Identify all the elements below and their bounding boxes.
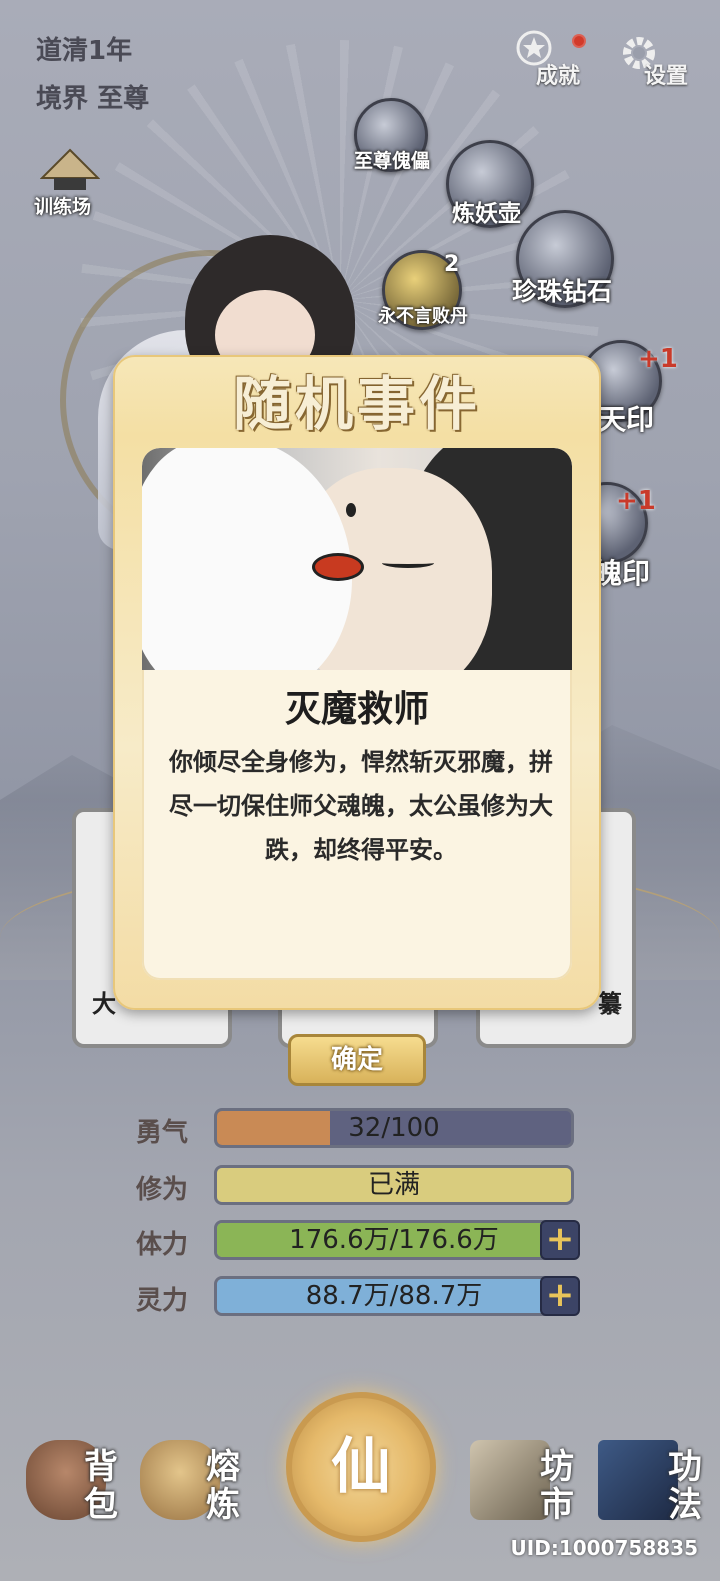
stat-label: 体力	[136, 1230, 189, 1260]
nav-skills[interactable]: 功法	[598, 1430, 708, 1540]
training-ground-label: 训练场	[34, 196, 92, 218]
event-portrait	[142, 448, 572, 670]
stat-value: 88.7万/88.7万	[305, 1281, 483, 1311]
straw-hat-icon	[40, 148, 100, 190]
stat-bar: 32/100	[214, 1108, 574, 1148]
event-description: 你倾尽全身修为，悍然斩灭邪魔，拼尽一切保住师父魂魄，太公虽修为大跌，却终得平安。	[169, 748, 553, 864]
plus-one-badge: +1	[616, 486, 656, 516]
achievements-button[interactable]: 成就	[514, 28, 594, 89]
stat-label: 灵力	[136, 1286, 189, 1316]
nav-market[interactable]: 坊市	[470, 1430, 580, 1540]
orb-supreme-puppet[interactable]: 至尊傀儡	[354, 98, 431, 172]
stat-value: 32/100	[348, 1113, 440, 1143]
nav-market-label: 坊市	[540, 1447, 574, 1525]
stat-value: 已满	[367, 1170, 420, 1200]
plus-one-badge: +1	[638, 344, 678, 374]
book-icon	[598, 1440, 678, 1520]
notification-dot	[572, 34, 586, 48]
orb-label: 珍珠钻石	[512, 277, 613, 306]
event-card: 灭魔救师 你倾尽全身修为，悍然斩灭邪魔，拼尽一切保住师父魂魄，太公虽修为大跌，却…	[142, 448, 572, 980]
orb-label: 天印	[598, 403, 655, 436]
settings-button[interactable]: 设置	[616, 28, 696, 89]
stat-label: 修为	[136, 1175, 189, 1205]
user-id: UID:1000758835	[510, 1536, 698, 1560]
stat-label: 勇气	[136, 1118, 189, 1148]
add-button[interactable]: +	[540, 1220, 580, 1260]
era-text: 道清1年	[36, 36, 133, 66]
portrait-red-eye	[312, 553, 364, 581]
orb-pearl-diamond[interactable]: 珍珠钻石	[512, 210, 614, 308]
stat-bar: 已满	[214, 1165, 574, 1205]
settings-label: 设置	[644, 64, 689, 89]
nav-smelt[interactable]: 熔炼	[140, 1430, 250, 1540]
stat-value: 176.6万/176.6万	[289, 1225, 499, 1255]
nav-bag-label: 背包	[84, 1447, 118, 1525]
confirm-button[interactable]: 确定	[288, 1034, 426, 1086]
stat-bar: 176.6万/176.6万	[214, 1220, 574, 1260]
orb-never-give-up-pill[interactable]: 2 永不言败丹	[378, 250, 468, 330]
nav-smelt-label: 熔炼	[206, 1447, 240, 1525]
realm-value: 至尊	[97, 84, 150, 114]
item-count: 2	[444, 252, 460, 277]
portrait-forehead-mark	[346, 503, 356, 517]
scroll-icon	[470, 1440, 550, 1520]
realm-row: 境界 至尊	[36, 78, 149, 115]
nav-bag[interactable]: 背包	[26, 1430, 136, 1540]
realm-label: 境界	[36, 84, 89, 114]
add-button[interactable]: +	[540, 1276, 580, 1316]
side-card-label: 纂	[598, 990, 622, 1018]
orb-label: 永不言败丹	[378, 306, 468, 327]
stat-bar: 88.7万/88.7万	[214, 1276, 574, 1316]
nav-immortal-button[interactable]: 仙	[286, 1392, 436, 1542]
event-panel-title: 随机事件	[232, 370, 481, 438]
orb-label: 至尊傀儡	[354, 150, 431, 172]
achievements-label: 成就	[536, 64, 581, 89]
portrait-closed-eye	[382, 558, 434, 568]
event-name: 灭魔救师	[284, 689, 429, 730]
orb-label: 魄印	[594, 557, 651, 590]
orb-label: 炼妖壶	[452, 201, 521, 227]
nav-skills-label: 功法	[668, 1447, 702, 1525]
training-ground-button[interactable]: 训练场	[30, 148, 110, 218]
